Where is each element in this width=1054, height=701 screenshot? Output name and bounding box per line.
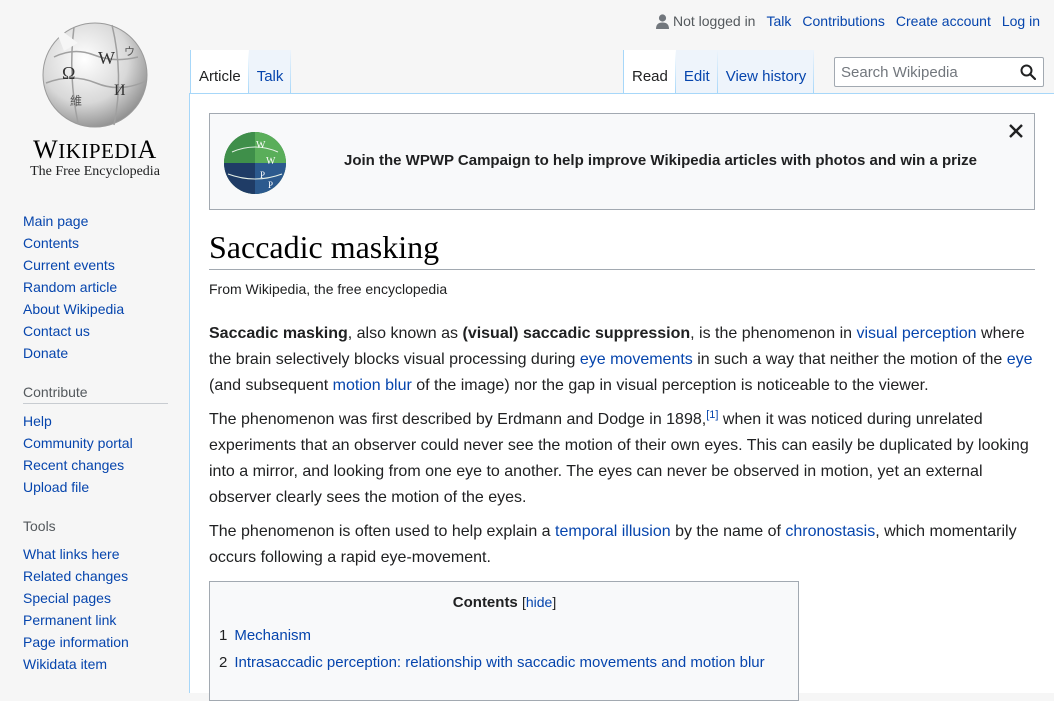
sidebar-contribute-heading: Contribute <box>23 384 168 404</box>
text: , also known as <box>347 325 463 342</box>
sidebar-item-contents[interactable]: Contents <box>23 235 79 251</box>
link-chronostasis[interactable]: chronostasis <box>785 523 875 540</box>
tab-talk[interactable]: Talk <box>248 50 292 94</box>
wikipedia-tagline: The Free Encyclopedia <box>30 164 160 179</box>
text: (and subsequent <box>209 377 333 394</box>
reference-link-1[interactable]: [1] <box>706 409 718 421</box>
log-in-link[interactable]: Log in <box>1002 13 1040 29</box>
sidebar-item-what-links-here[interactable]: What links here <box>23 546 119 562</box>
wikipedia-wordmark: WIKIPEDIA <box>33 135 157 164</box>
svg-text:Ω: Ω <box>62 63 75 83</box>
wikipedia-logo[interactable]: W Ω И 維 ウ WIKIPEDIA The Free Encyclopedi… <box>0 0 190 190</box>
sidebar-item-about-wikipedia[interactable]: About Wikipedia <box>23 301 124 317</box>
sidebar-item-current-events[interactable]: Current events <box>23 257 115 273</box>
view-tabs: Read Edit View history <box>623 50 815 94</box>
svg-text:W: W <box>266 156 276 167</box>
sidebar-item-permanent-link[interactable]: Permanent link <box>23 612 116 628</box>
text: , is the phenomenon in <box>690 325 857 342</box>
sidebar-item-wikidata-item[interactable]: Wikidata item <box>23 656 107 672</box>
text: of the image) nor the gap in visual perc… <box>411 377 929 394</box>
toc-item[interactable]: 2 Intrasaccadic perception: relationship … <box>219 649 790 676</box>
tab-edit[interactable]: Edit <box>675 50 718 94</box>
sidebar-item-random-article[interactable]: Random article <box>23 279 117 295</box>
search-icon[interactable] <box>1020 64 1036 80</box>
text: by the name of <box>670 523 786 540</box>
sidebar-tools-heading: Tools <box>23 518 56 534</box>
toc-item[interactable]: 1 Mechanism <box>219 622 790 649</box>
toc-number: 1 <box>219 627 228 644</box>
svg-text:ウ: ウ <box>124 45 135 58</box>
content-area: W W P P Join the WPWP Campaign to help i… <box>189 93 1054 701</box>
tab-view-history[interactable]: View history <box>717 50 815 94</box>
sidebar-tools: Tools What links here Related changes Sp… <box>23 518 190 675</box>
toc-title: Contents <box>452 594 518 611</box>
campaign-banner-text[interactable]: Join the WPWP Campaign to help improve W… <box>344 152 977 169</box>
site-subtitle: From Wikipedia, the free encyclopedia <box>209 281 448 297</box>
text: The phenomenon was first described by Er… <box>209 411 707 428</box>
personal-tools: Not logged in Talk Contributions Create … <box>655 13 1040 29</box>
user-icon <box>655 13 669 29</box>
contributions-link[interactable]: Contributions <box>802 13 885 29</box>
svg-text:W: W <box>256 140 266 151</box>
bold-term: Saccadic masking <box>209 325 348 342</box>
text: The phenomenon is often used to help exp… <box>209 523 556 540</box>
paragraph-chronostasis: The phenomenon is often used to help exp… <box>209 519 1039 571</box>
namespace-tabs: Article Talk <box>190 50 292 94</box>
sidebar-item-main-page[interactable]: Main page <box>23 213 88 229</box>
sidebar: Main page Contents Current events Random… <box>0 210 190 689</box>
not-logged-in-label: Not logged in <box>672 13 756 29</box>
bracket: ] <box>552 594 557 610</box>
create-account-link[interactable]: Create account <box>896 13 991 29</box>
close-icon[interactable] <box>1008 123 1024 139</box>
sidebar-item-related-changes[interactable]: Related changes <box>23 568 128 584</box>
toc-link-mechanism[interactable]: Mechanism <box>234 627 311 644</box>
link-motion-blur[interactable]: motion blur <box>333 377 412 394</box>
campaign-banner: W W P P Join the WPWP Campaign to help i… <box>209 113 1035 210</box>
toc-number: 2 <box>219 654 228 671</box>
personal-talk-link[interactable]: Talk <box>766 13 791 29</box>
sidebar-item-donate[interactable]: Donate <box>23 345 68 361</box>
page-title: Saccadic masking <box>209 227 1035 270</box>
svg-text:И: И <box>114 82 126 99</box>
link-visual-perception[interactable]: visual perception <box>856 325 976 342</box>
toc-link-intrasaccadic-perception[interactable]: Intrasaccadic perception: relationship w… <box>234 654 764 671</box>
sidebar-item-contact-us[interactable]: Contact us <box>23 323 90 339</box>
svg-text:維: 維 <box>70 94 82 108</box>
sidebar-contribute: Contribute Help Community portal Recent … <box>23 384 190 498</box>
wikipedia-globe-icon: W Ω И 維 ウ <box>42 22 148 128</box>
bold-term: (visual) saccadic suppression <box>462 325 691 342</box>
sidebar-item-community-portal[interactable]: Community portal <box>23 435 133 451</box>
sidebar-navigation: Main page Contents Current events Random… <box>23 210 190 364</box>
search-input[interactable] <box>835 58 1005 86</box>
sidebar-item-help[interactable]: Help <box>23 413 52 429</box>
wpwp-globe-icon: W W P P <box>224 132 286 194</box>
svg-text:P: P <box>268 180 273 190</box>
table-of-contents: Contents [hide] 1 Mechanism 2 Intrasaccadi… <box>209 581 799 701</box>
link-temporal-illusion[interactable]: temporal illusion <box>555 523 671 540</box>
svg-text:P: P <box>260 170 265 180</box>
sidebar-item-recent-changes[interactable]: Recent changes <box>23 457 124 473</box>
text: in such a way that neither the motion of… <box>692 351 1007 368</box>
link-eye[interactable]: eye <box>1007 351 1033 368</box>
sidebar-item-upload-file[interactable]: Upload file <box>23 479 89 495</box>
toc-toggle: [hide] <box>522 594 556 610</box>
link-eye-movements[interactable]: eye movements <box>580 351 693 368</box>
toc-hide-link[interactable]: hide <box>526 594 552 610</box>
paragraph-history: The phenomenon was first described by Er… <box>209 407 1039 511</box>
toc-header: Contents [hide] <box>219 594 790 611</box>
sidebar-item-page-information[interactable]: Page information <box>23 634 129 650</box>
search-box <box>834 57 1044 87</box>
tab-article[interactable]: Article <box>190 50 249 94</box>
svg-text:W: W <box>98 48 115 68</box>
paragraph-intro: Saccadic masking, also known as (visual)… <box>209 321 1039 399</box>
tab-read[interactable]: Read <box>623 50 676 94</box>
article-body: Saccadic masking, also known as (visual)… <box>209 321 1039 579</box>
sidebar-item-special-pages[interactable]: Special pages <box>23 590 111 606</box>
